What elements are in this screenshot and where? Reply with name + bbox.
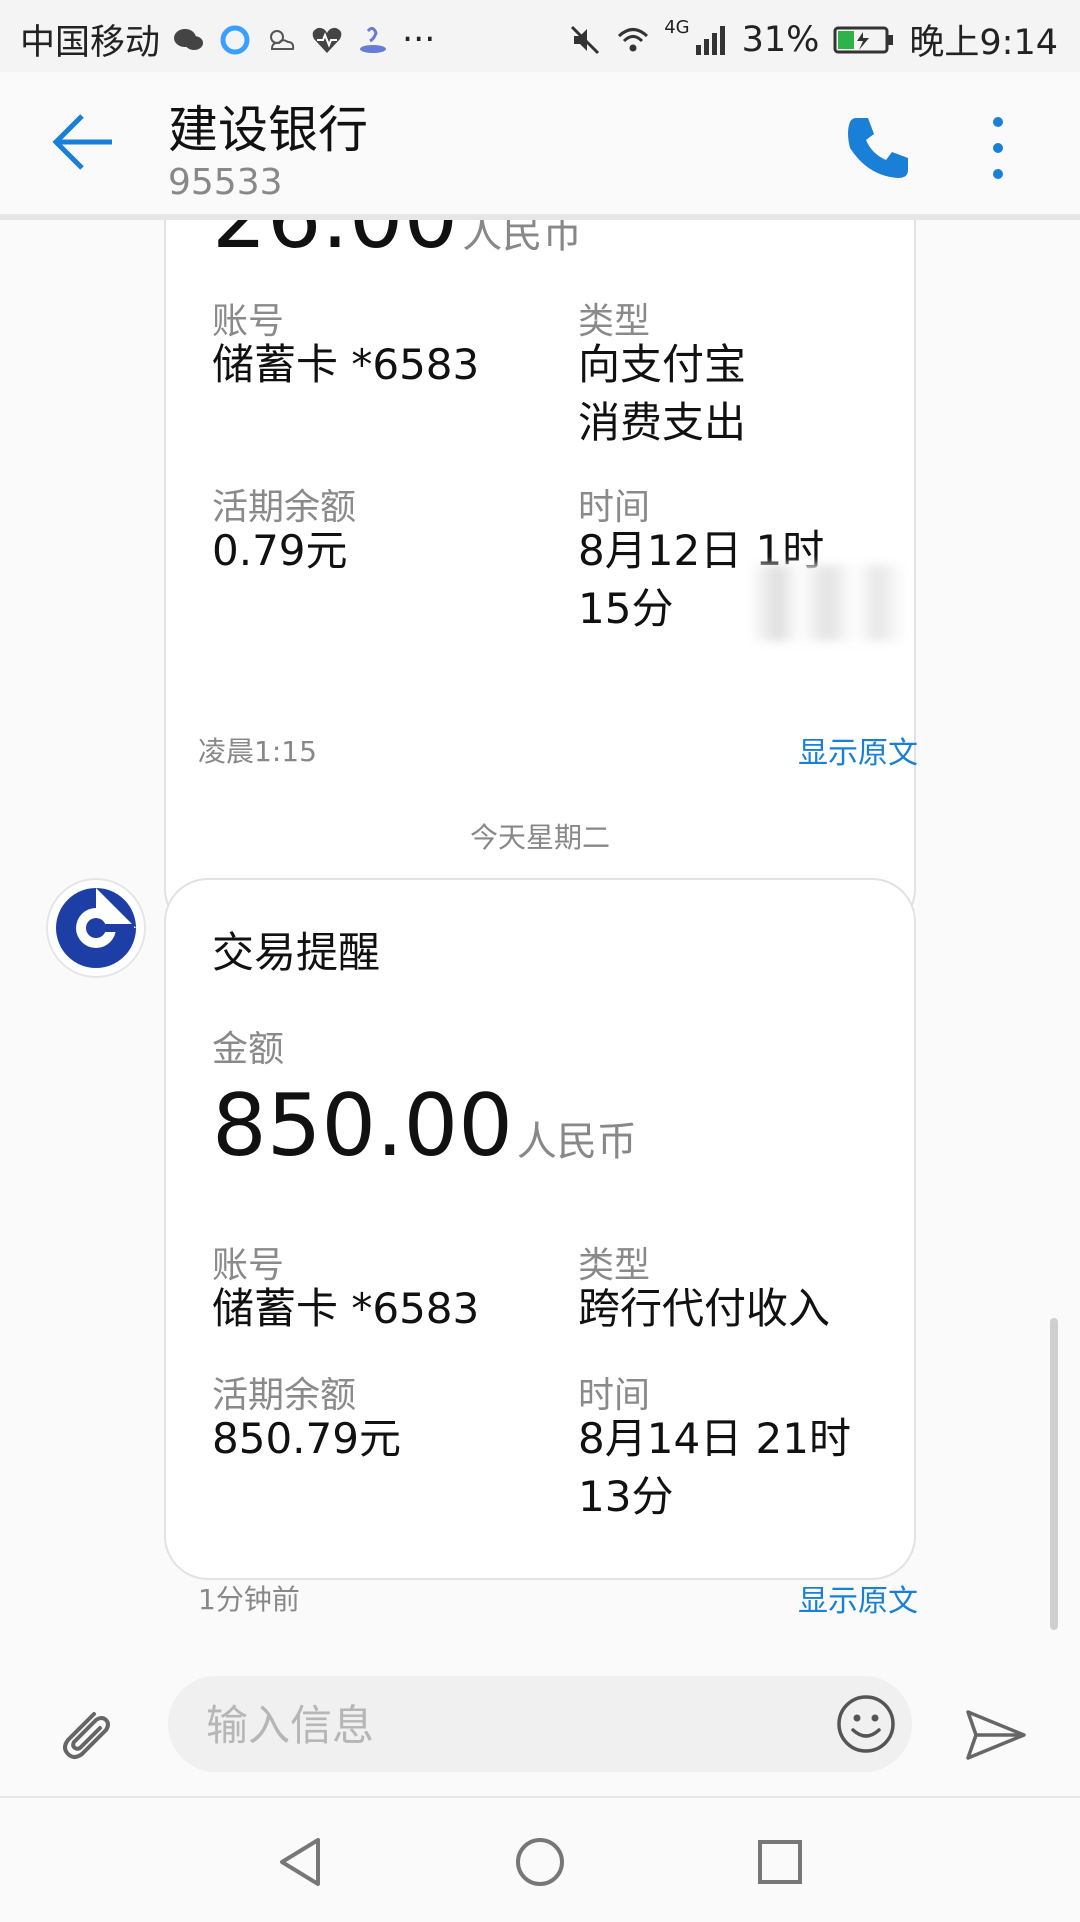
- account-value: 储蓄卡 *6583: [212, 340, 480, 389]
- nav-home-icon[interactable]: [510, 1832, 570, 1892]
- status-bar: 中国移动 ··· 4G 31% 晚上9:14: [0, 0, 1080, 72]
- battery-percent: 31%: [741, 19, 820, 60]
- amount-number: 26.00: [212, 220, 458, 268]
- back-arrow-icon[interactable]: [40, 102, 140, 182]
- nav-back-icon[interactable]: [270, 1832, 330, 1892]
- nav-recents-icon[interactable]: [750, 1832, 810, 1892]
- amount-number: 850.00: [212, 1076, 513, 1176]
- date-separator: 今天星期二: [469, 821, 610, 854]
- time-value-line2: 15分: [578, 584, 674, 633]
- amount-value: 850.00 人民币: [212, 1076, 637, 1176]
- status-left: 中国移动 ···: [20, 14, 435, 65]
- compose-bar: [0, 1660, 1080, 1790]
- network-type: 4G: [664, 17, 690, 38]
- scrollbar[interactable]: [1050, 1318, 1058, 1630]
- contact-number: 95533: [168, 162, 283, 203]
- show-original-link[interactable]: 显示原文: [798, 728, 918, 772]
- bank-logo-avatar[interactable]: [46, 878, 146, 978]
- account-value: 储蓄卡 *6583: [212, 1284, 480, 1333]
- mute-icon: [571, 25, 600, 54]
- system-nav-bar: [0, 1796, 1080, 1922]
- message-input-container[interactable]: [168, 1676, 912, 1772]
- emoji-icon[interactable]: [834, 1692, 898, 1756]
- amount-label: 金额: [212, 1029, 285, 1070]
- wifi-icon: [618, 27, 649, 51]
- message-input[interactable]: [204, 1694, 768, 1756]
- message-list[interactable]: 26.00人民币 账号 储蓄卡 *6583 类型 向支付宝 消费支出 活期余额 …: [0, 220, 1080, 1660]
- message-title: 交易提醒: [212, 928, 381, 977]
- type-value-line2: 消费支出: [578, 398, 747, 447]
- contact-name: 建设银行: [168, 101, 368, 159]
- app-ring-icon: [220, 25, 250, 54]
- more-notifications-icon: ···: [402, 19, 436, 60]
- time-value-line1: 8月14日 21时: [578, 1414, 851, 1463]
- battery-charging-icon: [833, 26, 894, 53]
- status-right: 4G 31% 晚上9:14: [568, 14, 1058, 65]
- clock: 晚上9:14: [909, 23, 1058, 63]
- balance-value: 0.79元: [212, 526, 348, 575]
- phone-icon[interactable]: [838, 108, 918, 188]
- currency-label: 人民币: [462, 220, 583, 257]
- app-cup-icon: [360, 26, 387, 53]
- conversation-header: 建设银行 95533: [0, 72, 1080, 220]
- wechat-icon: [174, 28, 204, 50]
- balance-value: 850.79元: [212, 1414, 401, 1463]
- type-value-line1: 向支付宝: [578, 340, 747, 389]
- message-timestamp: 凌晨1:15: [198, 735, 317, 768]
- show-original-link[interactable]: 显示原文: [798, 1576, 918, 1620]
- health-heart-icon: [312, 27, 342, 53]
- send-icon[interactable]: [960, 1700, 1030, 1770]
- more-options-icon[interactable]: [976, 108, 1020, 188]
- redaction-blur: [750, 565, 905, 641]
- signal-icon: [695, 25, 725, 55]
- carrier-label: 中国移动: [20, 23, 161, 63]
- currency-label: 人民币: [516, 1119, 637, 1165]
- weather-icon: [270, 29, 295, 50]
- time-value-line2: 13分: [578, 1472, 674, 1521]
- message-bubble[interactable]: 交易提醒 金额 850.00 人民币 账号 储蓄卡 *6583 类型 跨行代付收入…: [164, 878, 916, 1580]
- amount-value: 26.00人民币: [212, 220, 582, 268]
- message-timestamp: 1分钟前: [198, 1583, 300, 1616]
- type-value: 跨行代付收入: [578, 1284, 831, 1333]
- paperclip-icon[interactable]: [54, 1704, 118, 1768]
